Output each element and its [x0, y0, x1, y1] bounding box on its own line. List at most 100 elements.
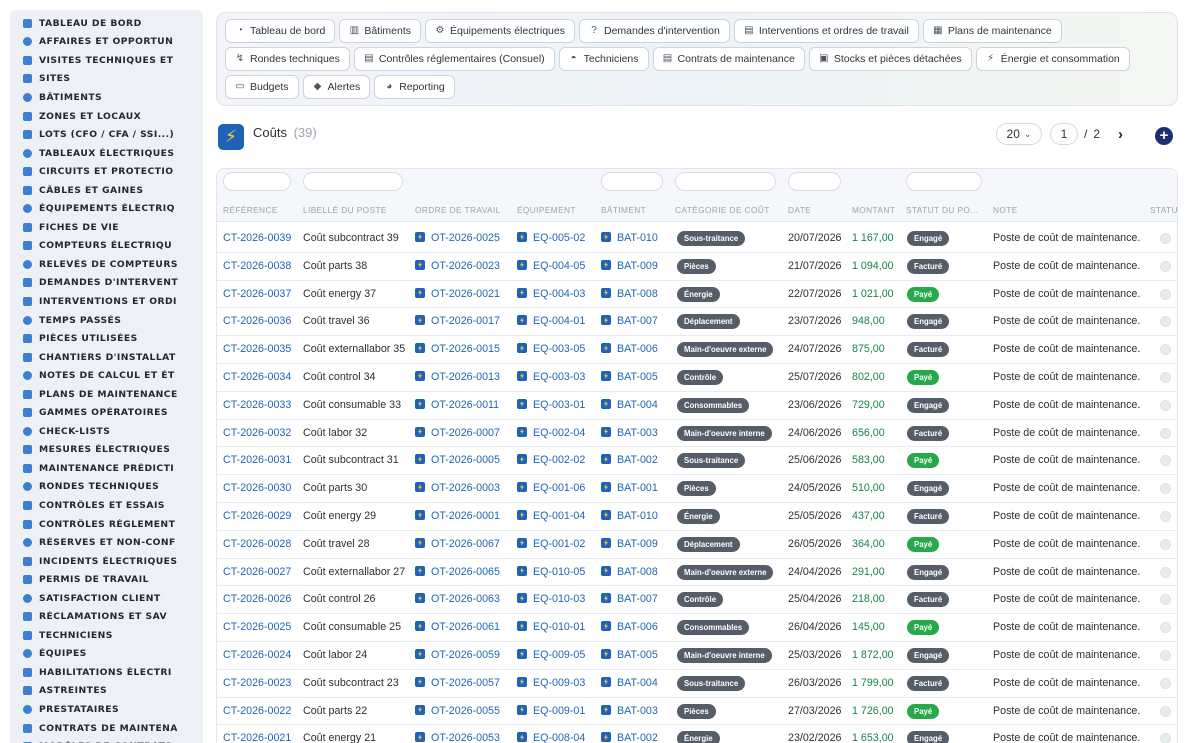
nav-button[interactable]: ▤ Contrôles réglementaires (Consuel)	[353, 47, 555, 71]
equipment-link[interactable]: EQ-009-05	[533, 649, 585, 661]
work-order-link[interactable]: OT-2026-0025	[431, 232, 500, 244]
sidebar-item[interactable]: TABLEAU DE BORD	[10, 14, 203, 33]
current-page-input[interactable]: 1	[1050, 123, 1078, 145]
reference-link[interactable]: CT-2026-0031	[223, 454, 291, 466]
work-order-link[interactable]: OT-2026-0023	[431, 260, 500, 272]
nav-button[interactable]: ◕ Reporting	[374, 75, 455, 99]
building-link[interactable]: BAT-010	[617, 510, 658, 522]
building-link[interactable]: BAT-007	[617, 315, 658, 327]
filter-reference[interactable]	[223, 172, 291, 191]
reference-link[interactable]: CT-2026-0028	[223, 538, 291, 550]
filter-building[interactable]	[601, 172, 663, 191]
building-link[interactable]: BAT-009	[617, 538, 658, 550]
nav-button[interactable]: ▤ Interventions et ordres de travail	[733, 19, 919, 43]
sidebar-item[interactable]: RÉSERVES ET NON-CONF	[10, 533, 203, 552]
work-order-link[interactable]: OT-2026-0061	[431, 621, 500, 633]
table-row[interactable]: CT-2026-0029 Coût energy 29 OT-2026-0001 EQ…	[217, 503, 1177, 531]
work-order-link[interactable]: OT-2026-0055	[431, 705, 500, 717]
sidebar-item[interactable]: CONTRATS DE MAINTENA	[10, 719, 203, 738]
plus-circle-icon[interactable]: +	[1155, 127, 1173, 145]
table-row[interactable]: CT-2026-0032 Coût labor 32 OT-2026-0007 EQ-…	[217, 420, 1177, 448]
work-order-link[interactable]: OT-2026-0011	[431, 399, 499, 411]
table-row[interactable]: CT-2026-0021 Coût energy 21 OT-2026-0053 EQ…	[217, 725, 1177, 743]
building-link[interactable]: BAT-005	[617, 371, 658, 383]
reference-link[interactable]: CT-2026-0025	[223, 621, 291, 633]
table-row[interactable]: CT-2026-0025 Coût consumable 25 OT-2026-00…	[217, 614, 1177, 642]
equipment-link[interactable]: EQ-008-04	[533, 732, 585, 743]
sidebar-item[interactable]: PLANS DE MAINTENANCE	[10, 385, 203, 404]
work-order-link[interactable]: OT-2026-0001	[431, 510, 500, 522]
sidebar-item[interactable]: PERMIS DE TRAVAIL	[10, 570, 203, 589]
equipment-link[interactable]: EQ-003-05	[533, 343, 585, 355]
table-row[interactable]: CT-2026-0037 Coût energy 37 OT-2026-0021 EQ…	[217, 281, 1177, 309]
reference-link[interactable]: CT-2026-0022	[223, 705, 291, 717]
nav-button[interactable]: ▥ Bâtiments	[339, 19, 421, 43]
sidebar-item[interactable]: COMPTEURS ÉLECTRIQU	[10, 237, 203, 256]
chevron-right-icon[interactable]: ›	[1118, 126, 1123, 143]
reference-link[interactable]: CT-2026-0035	[223, 343, 291, 355]
work-order-link[interactable]: OT-2026-0059	[431, 649, 500, 661]
sidebar-item[interactable]: BÂTIMENTS	[10, 88, 203, 107]
sidebar-item[interactable]: SITES	[10, 70, 203, 89]
table-row[interactable]: CT-2026-0024 Coût labor 24 OT-2026-0059 EQ-…	[217, 642, 1177, 670]
work-order-link[interactable]: OT-2026-0053	[431, 732, 500, 743]
building-link[interactable]: BAT-007	[617, 593, 658, 605]
column-header[interactable]: STATUT DU PO...	[906, 205, 978, 215]
equipment-link[interactable]: EQ-001-02	[533, 538, 585, 550]
building-link[interactable]: BAT-009	[617, 260, 658, 272]
work-order-link[interactable]: OT-2026-0065	[431, 566, 500, 578]
table-row[interactable]: CT-2026-0022 Coût parts 22 OT-2026-0055 EQ-…	[217, 698, 1177, 726]
sidebar-item[interactable]: MAINTENANCE PRÉDICTI	[10, 459, 203, 478]
filter-date[interactable]	[788, 172, 841, 191]
reference-link[interactable]: CT-2026-0027	[223, 566, 291, 578]
equipment-link[interactable]: EQ-005-02	[533, 232, 585, 244]
equipment-link[interactable]: EQ-004-03	[533, 288, 585, 300]
nav-button[interactable]: ◆ Alertes	[302, 75, 371, 99]
reference-link[interactable]: CT-2026-0029	[223, 510, 291, 522]
sidebar-item[interactable]: CONTRÔLES ET ESSAIS	[10, 496, 203, 515]
sidebar-item[interactable]: TABLEAUX ÉLECTRIQUES	[10, 144, 203, 163]
reference-link[interactable]: CT-2026-0039	[223, 232, 291, 244]
building-link[interactable]: BAT-002	[617, 454, 658, 466]
building-link[interactable]: BAT-010	[617, 232, 658, 244]
work-order-link[interactable]: OT-2026-0015	[431, 343, 500, 355]
equipment-link[interactable]: EQ-002-02	[533, 454, 585, 466]
equipment-link[interactable]: EQ-001-06	[533, 482, 585, 494]
table-row[interactable]: CT-2026-0026 Coût control 26 OT-2026-0063 E…	[217, 586, 1177, 615]
nav-button[interactable]: ? Demandes d'intervention	[578, 19, 730, 43]
sidebar-item[interactable]: TECHNICIENS	[10, 626, 203, 645]
work-order-link[interactable]: OT-2026-0067	[431, 538, 500, 550]
building-link[interactable]: BAT-003	[617, 705, 658, 717]
reference-link[interactable]: CT-2026-0024	[223, 649, 291, 661]
reference-link[interactable]: CT-2026-0021	[223, 732, 291, 743]
equipment-link[interactable]: EQ-004-05	[533, 260, 585, 272]
equipment-link[interactable]: EQ-002-04	[533, 427, 585, 439]
building-link[interactable]: BAT-005	[617, 649, 658, 661]
sidebar-item[interactable]: ÉQUIPES	[10, 645, 203, 664]
sidebar-item[interactable]: TEMPS PASSÉS	[10, 311, 203, 330]
sidebar-item[interactable]: GAMMES OPÉRATOIRES	[10, 403, 203, 422]
building-link[interactable]: BAT-006	[617, 621, 658, 633]
table-row[interactable]: CT-2026-0023 Coût subcontract 23 OT-2026-0…	[217, 670, 1177, 698]
table-row[interactable]: CT-2026-0030 Coût parts 30 OT-2026-0003 EQ-…	[217, 475, 1177, 503]
table-row[interactable]: CT-2026-0035 Coût externallabor 35 OT-2026…	[217, 336, 1177, 364]
work-order-link[interactable]: OT-2026-0057	[431, 677, 500, 689]
sidebar-item[interactable]: AFFAIRES ET OPPORTUN	[10, 33, 203, 52]
column-header[interactable]: MONTANT	[852, 205, 895, 215]
sidebar-item[interactable]: CÂBLES ET GAINES	[10, 181, 203, 200]
column-header[interactable]: STATU	[1150, 205, 1177, 215]
sidebar-item[interactable]: PRESTATAIRES	[10, 700, 203, 719]
equipment-link[interactable]: EQ-010-01	[533, 621, 585, 633]
sidebar-item[interactable]: INCIDENTS ÉLECTRIQUES	[10, 552, 203, 571]
reference-link[interactable]: CT-2026-0026	[223, 593, 291, 605]
equipment-link[interactable]: EQ-001-04	[533, 510, 585, 522]
nav-button[interactable]: ▣ Stocks et pièces détachées	[808, 47, 972, 71]
sidebar-item[interactable]: LOTS (CFO / CFA / SSI...)	[10, 125, 203, 144]
reference-link[interactable]: CT-2026-0038	[223, 260, 291, 272]
nav-button[interactable]: ⚙ Équipements électriques	[425, 19, 575, 43]
column-header[interactable]: NOTE	[993, 205, 1018, 215]
equipment-link[interactable]: EQ-010-05	[533, 566, 585, 578]
table-row[interactable]: CT-2026-0036 Coût travel 36 OT-2026-0017 EQ…	[217, 308, 1177, 337]
page-size-select[interactable]: 20 ⌄	[996, 123, 1042, 145]
reference-link[interactable]: CT-2026-0033	[223, 399, 291, 411]
